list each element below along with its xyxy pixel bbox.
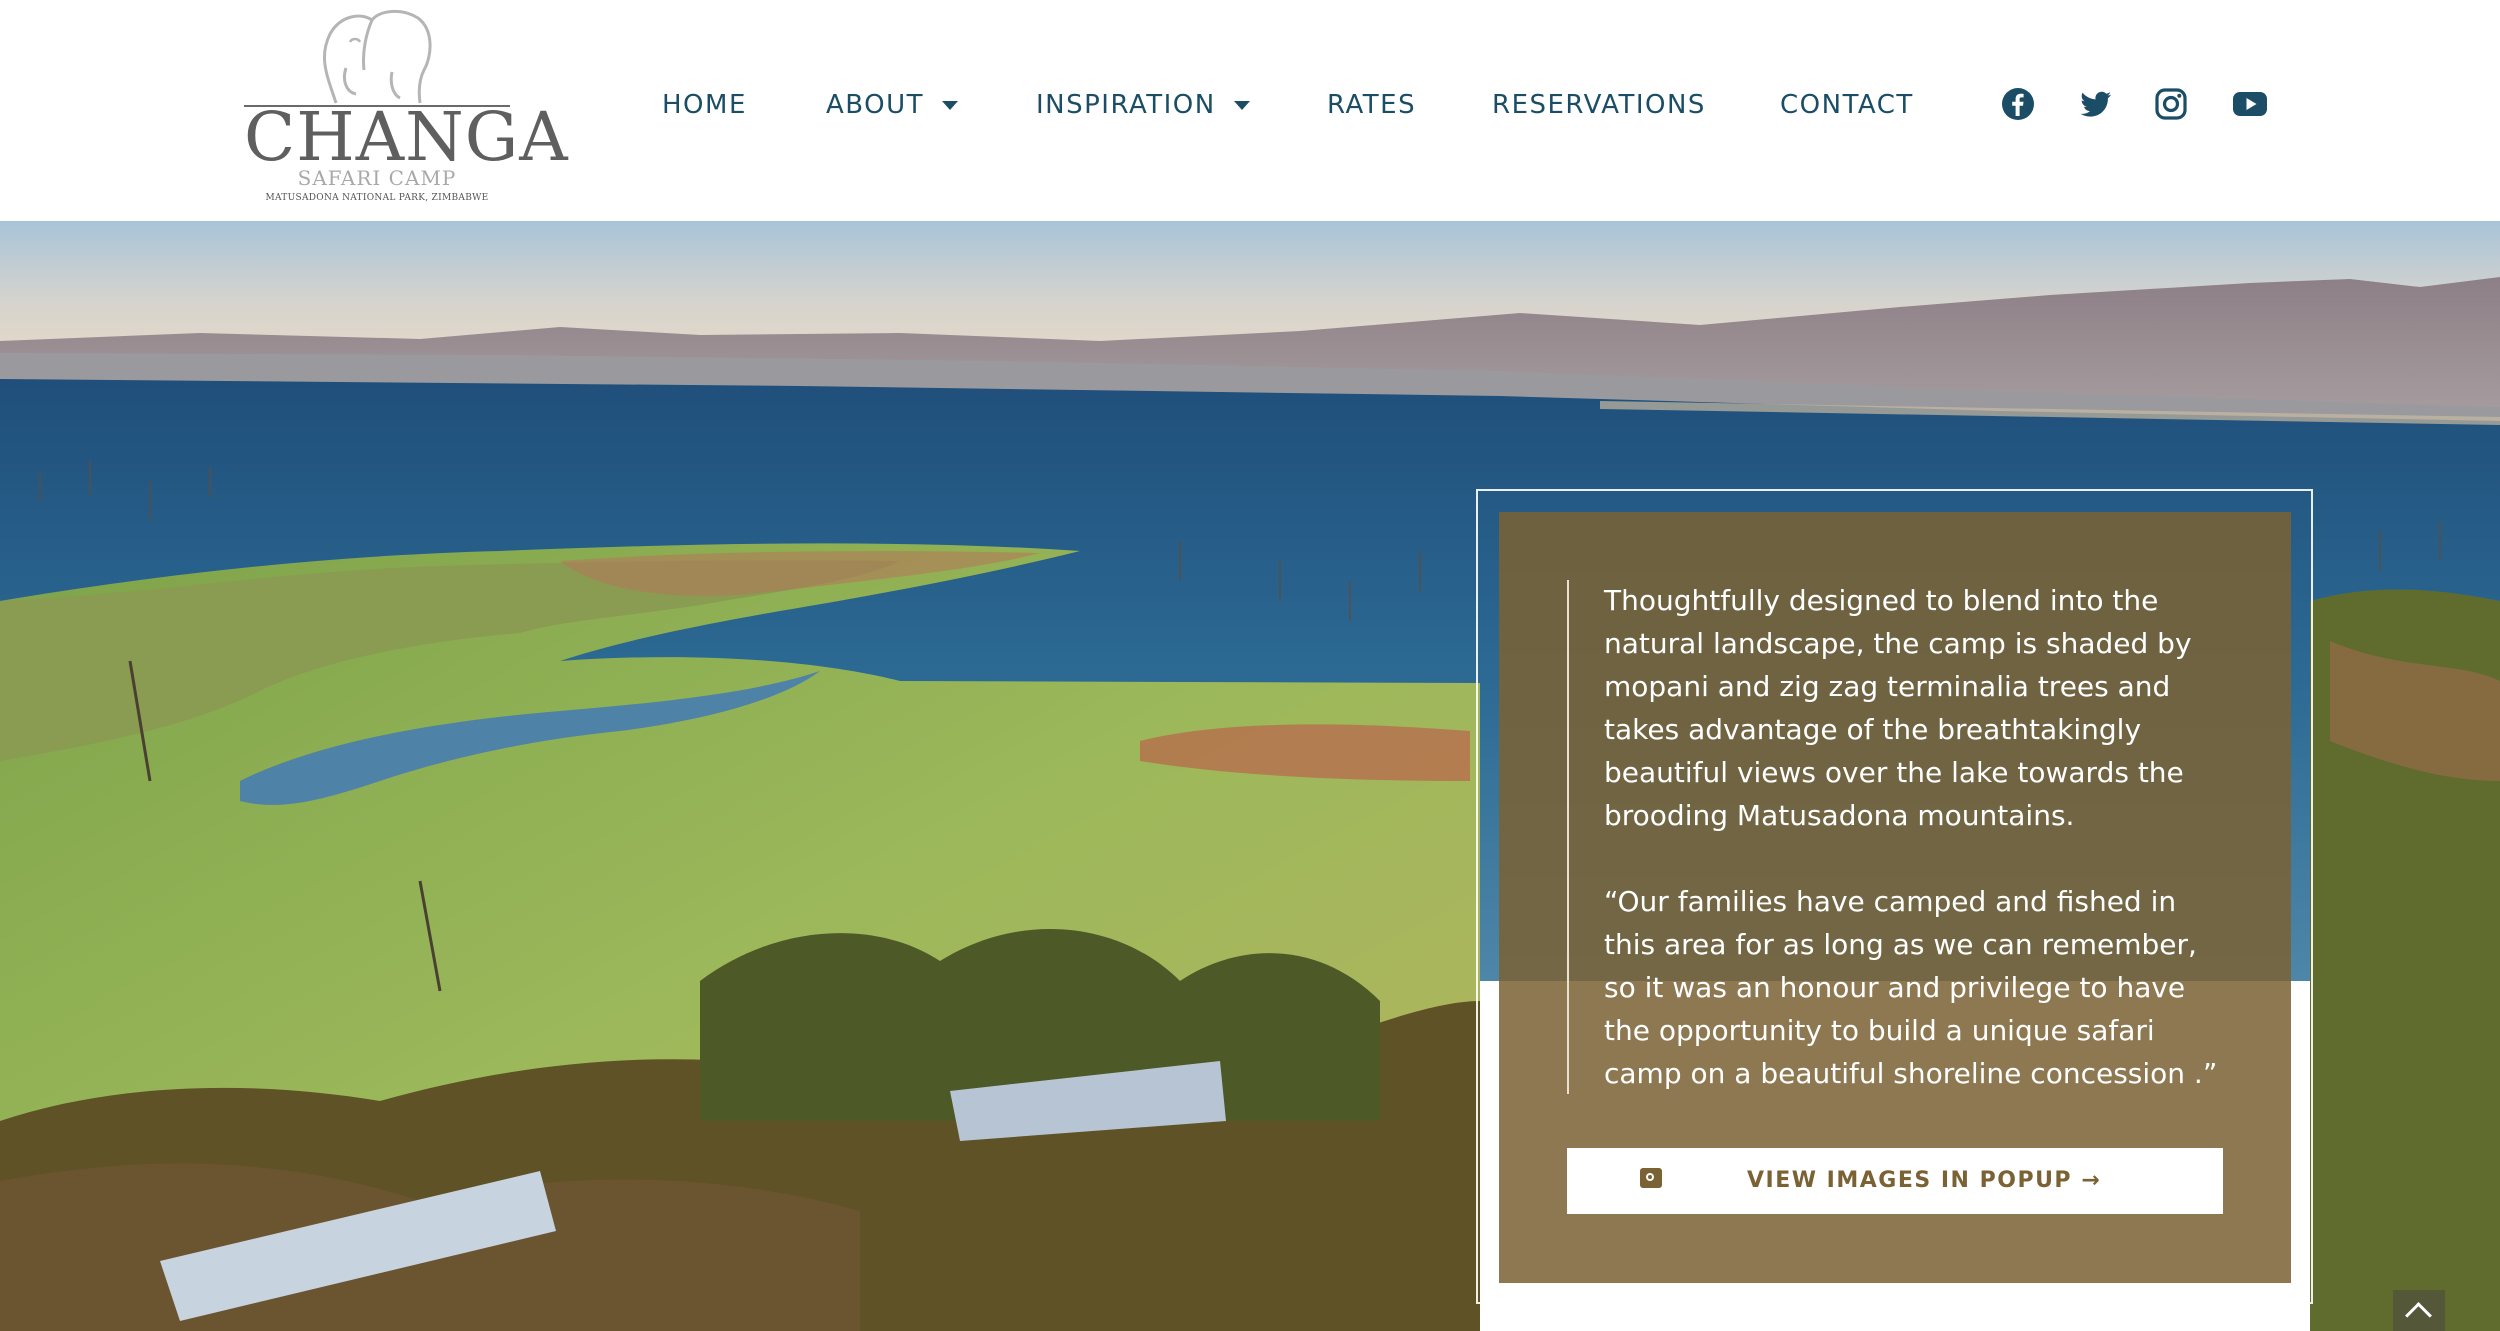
nav-home[interactable]: HOME — [662, 85, 747, 125]
intro-paragraph: Thoughtfully designed to blend into the … — [1604, 584, 2192, 832]
instagram-icon[interactable] — [2153, 86, 2189, 122]
youtube-icon[interactable] — [2232, 86, 2268, 122]
nav-home-label: HOME — [662, 90, 747, 120]
chevron-down-icon — [942, 100, 959, 110]
nav-rates-label: RATES — [1327, 90, 1417, 120]
nav-reservations-label: RESERVATIONS — [1492, 90, 1706, 120]
logo[interactable]: CHANGA SAFARI CAMP MATUSADONA NATIONAL P… — [244, 8, 569, 206]
facebook-icon[interactable] — [2000, 86, 2036, 122]
panel-text: Thoughtfully designed to blend into the … — [1604, 579, 2224, 1095]
nav-contact-label: CONTACT — [1780, 90, 1914, 120]
twitter-icon[interactable] — [2078, 86, 2114, 122]
logo-wordmark: CHANGA — [244, 98, 569, 176]
logo-tagline: MATUSADONA NATIONAL PARK, ZIMBABWE — [265, 193, 489, 203]
nav-about[interactable]: ABOUT — [826, 85, 959, 125]
nav-inspiration-label: INSPIRATION — [1036, 90, 1216, 120]
scroll-to-top-button[interactable] — [2393, 1290, 2445, 1331]
chevron-down-icon — [1233, 100, 1250, 110]
nav-reservations[interactable]: RESERVATIONS — [1492, 85, 1706, 125]
logo-subtitle: SAFARI CAMP — [297, 166, 457, 190]
site-header: CHANGA SAFARI CAMP MATUSADONA NATIONAL P… — [0, 0, 2500, 221]
nav-rates[interactable]: RATES — [1327, 85, 1416, 125]
view-images-popup-label: VIEW IMAGES IN POPUP → — [1747, 1168, 2102, 1193]
hero-section: Thoughtfully designed to blend into the … — [0, 221, 2500, 1331]
quote-divider — [1567, 580, 1569, 1094]
elephant-icon — [322, 10, 432, 104]
nav-inspiration[interactable]: INSPIRATION — [1036, 85, 1250, 125]
nav-about-label: ABOUT — [826, 90, 925, 120]
nav-contact[interactable]: CONTACT — [1780, 85, 1914, 125]
camera-icon — [1640, 1168, 1662, 1188]
view-images-popup-button[interactable]: VIEW IMAGES IN POPUP → — [1567, 1148, 2223, 1214]
quote-paragraph: “Our families have camped and fished in … — [1604, 885, 2218, 1090]
